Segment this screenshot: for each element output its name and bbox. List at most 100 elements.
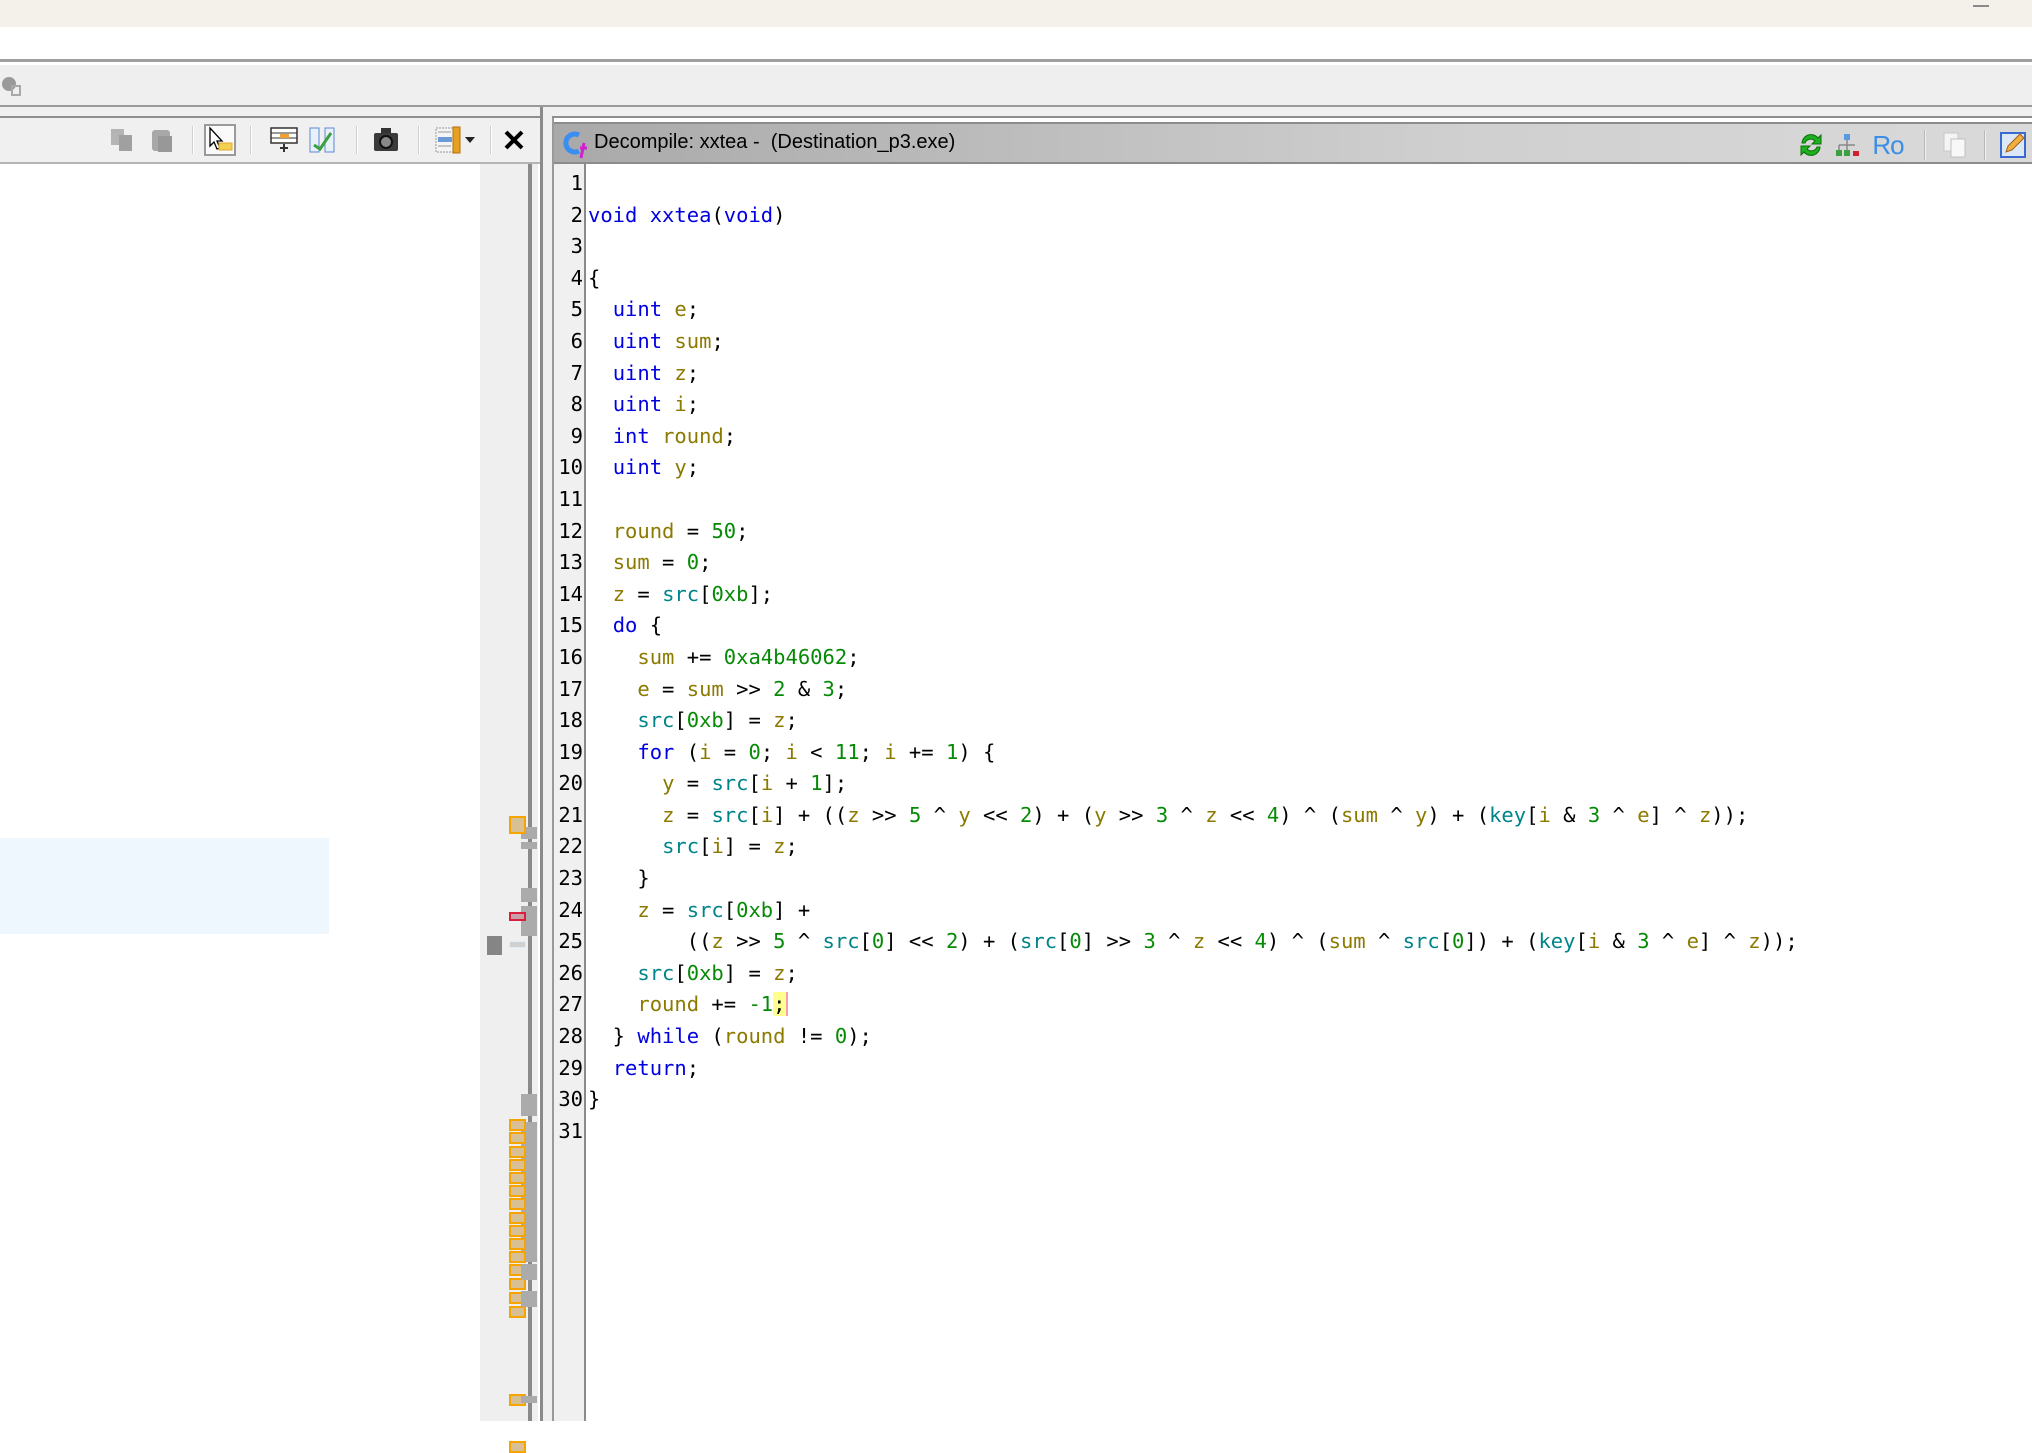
- code-line[interactable]: 10 uint y;: [554, 452, 2032, 484]
- code-line[interactable]: 20 y = src[i + 1];: [554, 768, 2032, 800]
- variable-token[interactable]: sum: [637, 645, 674, 669]
- variable-token[interactable]: i: [674, 392, 686, 416]
- paste-button[interactable]: [146, 124, 178, 156]
- code-line[interactable]: 2 void xxtea(void): [554, 200, 2032, 232]
- bookmark-marker[interactable]: [509, 1198, 526, 1210]
- variable-token[interactable]: i: [884, 740, 896, 764]
- code-line[interactable]: 31: [554, 1116, 2032, 1148]
- bookmark-marker[interactable]: [509, 1172, 526, 1184]
- code-text[interactable]: }: [588, 863, 649, 895]
- code-line[interactable]: 21 z = src[i] + ((z >> 5 ^ y << 2) + (y …: [554, 800, 2032, 832]
- overview-marker[interactable]: [521, 842, 537, 849]
- code-text[interactable]: round += -1;: [588, 989, 788, 1021]
- number-token[interactable]: 0xa4b46062: [724, 645, 847, 669]
- code-text[interactable]: for (i = 0; i < 11; i += 1) {: [588, 737, 995, 769]
- number-token[interactable]: 0xb: [711, 582, 748, 606]
- variable-token[interactable]: z: [773, 708, 785, 732]
- keyword-token[interactable]: uint: [613, 297, 662, 321]
- code-line[interactable]: 23 }: [554, 863, 2032, 895]
- code-text[interactable]: } while (round != 0);: [588, 1021, 872, 1053]
- code-line[interactable]: 8 uint i;: [554, 389, 2032, 421]
- overview-marker[interactable]: [521, 1291, 537, 1307]
- number-token[interactable]: 0: [835, 1024, 847, 1048]
- keyword-token[interactable]: return: [613, 1056, 687, 1080]
- number-token[interactable]: 0xb: [736, 898, 773, 922]
- variable-token[interactable]: i: [1538, 803, 1550, 827]
- code-text[interactable]: z = src[0xb] +: [588, 895, 810, 927]
- code-text[interactable]: {: [588, 263, 600, 295]
- code-line[interactable]: 22 src[i] = z;: [554, 831, 2032, 863]
- global-token[interactable]: key: [1489, 803, 1526, 827]
- overview-bar[interactable]: [480, 164, 538, 1453]
- keyword-token[interactable]: uint: [613, 329, 662, 353]
- global-token[interactable]: src: [823, 929, 860, 953]
- panel-splitter[interactable]: [540, 107, 552, 1421]
- variable-token[interactable]: z: [674, 361, 686, 385]
- global-token[interactable]: src: [711, 803, 748, 827]
- variable-token[interactable]: e: [674, 297, 686, 321]
- variable-token[interactable]: y: [662, 771, 674, 795]
- variable-token[interactable]: e: [637, 677, 649, 701]
- bookmark-marker[interactable]: [509, 1225, 526, 1237]
- code-text[interactable]: z = src[i] + ((z >> 5 ^ y << 2) + (y >> …: [588, 800, 1748, 832]
- bookmark-marker[interactable]: [509, 1146, 526, 1158]
- keyword-token[interactable]: uint: [613, 455, 662, 479]
- code-line[interactable]: 11: [554, 484, 2032, 516]
- code-line[interactable]: 16 sum += 0xa4b46062;: [554, 642, 2032, 674]
- global-token[interactable]: src: [687, 898, 724, 922]
- number-token[interactable]: 0: [1452, 929, 1464, 953]
- field-options-button[interactable]: [432, 124, 464, 156]
- decompiled-code[interactable]: 1 2 void xxtea(void) 3 4{5 uint e; 6 uint sum…: [554, 168, 2032, 1147]
- number-token[interactable]: 4: [1255, 929, 1267, 953]
- code-line[interactable]: 5 uint e;: [554, 294, 2032, 326]
- code-line[interactable]: 1: [554, 168, 2032, 200]
- code-text[interactable]: uint sum;: [588, 326, 724, 358]
- cursor-select-button[interactable]: [204, 124, 236, 156]
- number-token[interactable]: 1: [810, 771, 822, 795]
- variable-token[interactable]: z: [662, 803, 674, 827]
- global-token[interactable]: src: [1020, 929, 1057, 953]
- code-text[interactable]: z = src[0xb];: [588, 579, 773, 611]
- keyword-token[interactable]: void: [588, 203, 637, 227]
- code-text[interactable]: y = src[i + 1];: [588, 768, 847, 800]
- variable-token[interactable]: round: [637, 992, 699, 1016]
- keyword-token[interactable]: int: [613, 424, 650, 448]
- read-only-button[interactable]: Ro: [1868, 128, 1908, 162]
- number-token[interactable]: 2: [946, 929, 958, 953]
- bookmark-marker[interactable]: [509, 1185, 526, 1197]
- code-line[interactable]: 29 return;: [554, 1053, 2032, 1085]
- code-line[interactable]: 17 e = sum >> 2 & 3;: [554, 674, 2032, 706]
- keyword-token[interactable]: void: [724, 203, 773, 227]
- code-text[interactable]: src[i] = z;: [588, 831, 798, 863]
- variable-token[interactable]: z: [1748, 929, 1760, 953]
- copy-button[interactable]: [1938, 128, 1972, 162]
- overview-marker[interactable]: [521, 906, 537, 936]
- code-line[interactable]: 30}: [554, 1084, 2032, 1116]
- bookmark-marker[interactable]: [509, 1119, 526, 1131]
- variable-token[interactable]: y: [674, 455, 686, 479]
- variable-token[interactable]: i: [1588, 929, 1600, 953]
- insert-row-button[interactable]: [268, 124, 300, 156]
- number-token[interactable]: 3: [1588, 803, 1600, 827]
- code-line[interactable]: 4{: [554, 263, 2032, 295]
- number-token[interactable]: 3: [1156, 803, 1168, 827]
- bookmark-marker[interactable]: [509, 1159, 526, 1171]
- code-line[interactable]: 15 do {: [554, 610, 2032, 642]
- variable-token[interactable]: sum: [687, 677, 724, 701]
- field-options-dropdown[interactable]: [462, 124, 478, 156]
- variable-token[interactable]: sum: [1329, 929, 1366, 953]
- variable-token[interactable]: z: [711, 929, 723, 953]
- variable-token[interactable]: i: [699, 740, 711, 764]
- number-token[interactable]: 0xb: [687, 708, 724, 732]
- number-token[interactable]: 2: [773, 677, 785, 701]
- code-line[interactable]: 24 z = src[0xb] +: [554, 895, 2032, 927]
- number-token[interactable]: 2: [1020, 803, 1032, 827]
- variable-token[interactable]: z: [773, 834, 785, 858]
- code-text[interactable]: ((z >> 5 ^ src[0] << 2) + (src[0] >> 3 ^…: [588, 926, 1798, 958]
- variable-token[interactable]: z: [1699, 803, 1711, 827]
- number-token[interactable]: 0xb: [687, 961, 724, 985]
- overview-marker[interactable]: [521, 888, 537, 902]
- refresh-button[interactable]: [1794, 128, 1828, 162]
- global-token[interactable]: src: [662, 582, 699, 606]
- number-token[interactable]: 3: [1143, 929, 1155, 953]
